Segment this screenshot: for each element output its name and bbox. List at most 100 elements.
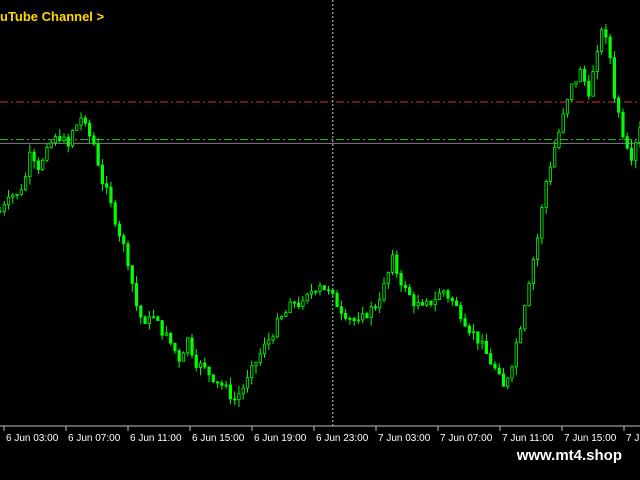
candle-body <box>540 207 544 239</box>
candle-body <box>275 318 279 338</box>
candle-body <box>177 350 181 362</box>
candle-body <box>173 342 177 352</box>
candle-body <box>250 365 254 378</box>
candle-body <box>160 320 164 336</box>
candle-body <box>6 196 11 206</box>
candle-body <box>0 210 2 213</box>
candle-body <box>343 313 348 319</box>
candle-body <box>565 98 570 115</box>
candle-body <box>292 301 297 304</box>
candle-body <box>459 305 463 320</box>
chart-background <box>0 0 640 480</box>
candle-body <box>369 306 373 319</box>
candle-body <box>245 377 250 389</box>
x-tick-label: 6 Jun 23:00 <box>316 433 369 444</box>
candle-body <box>326 289 331 292</box>
candle-body <box>595 51 599 72</box>
candle-body <box>92 135 96 145</box>
candle-body <box>228 384 232 400</box>
candle-body <box>198 362 203 368</box>
candle-body <box>284 312 288 318</box>
candle-body <box>288 301 292 314</box>
candle-body <box>634 142 638 161</box>
candle-body <box>386 272 390 284</box>
candle-body <box>271 336 275 341</box>
candle-body <box>322 285 326 291</box>
candle-body <box>267 339 271 345</box>
candle-body <box>591 71 595 97</box>
candle-body <box>113 202 117 225</box>
candle-body <box>536 237 540 260</box>
candle-body <box>548 166 553 182</box>
candle-body <box>151 316 156 319</box>
candle-body <box>279 316 284 320</box>
candle-body <box>335 292 339 308</box>
candle-body <box>523 305 527 330</box>
candle-body <box>416 302 420 307</box>
candle-body <box>557 131 561 149</box>
candle-body <box>373 306 378 309</box>
candle-body <box>578 68 582 83</box>
candle-body <box>553 147 557 168</box>
candle-body <box>339 306 343 314</box>
candle-body <box>11 194 15 198</box>
candle-body <box>169 332 173 344</box>
candle-body <box>600 29 604 52</box>
candle-body <box>109 186 113 204</box>
youtube-channel-link[interactable]: uTube Channel > <box>0 9 104 24</box>
x-tick-label: 7 Jun 03:00 <box>378 433 431 444</box>
candle-body <box>15 193 19 196</box>
candle-body <box>83 117 87 124</box>
candle-body <box>514 342 518 368</box>
candle-body <box>88 122 92 137</box>
candle-body <box>28 151 32 178</box>
candle-body <box>100 164 104 185</box>
candle-body <box>471 331 476 334</box>
candle-body <box>331 289 335 294</box>
candle-body <box>454 300 459 306</box>
candle-body <box>382 282 386 301</box>
candle-body <box>203 362 207 368</box>
candle-body <box>32 151 36 162</box>
candle-body <box>365 313 369 319</box>
candle-body <box>105 183 109 188</box>
candle-body <box>403 284 407 289</box>
candle-body <box>2 204 6 212</box>
candle-body <box>181 352 186 362</box>
candle-body <box>489 353 493 365</box>
site-watermark: www.mt4.shop <box>506 443 632 468</box>
candle-body <box>531 258 535 284</box>
candle-body <box>309 290 314 295</box>
candle-body <box>96 143 100 166</box>
candle-body <box>126 243 130 267</box>
candle-body <box>66 136 70 147</box>
x-tick-label: 7 Jun 07:00 <box>440 433 493 444</box>
candle-body <box>587 80 591 97</box>
candle-body <box>437 292 442 301</box>
candle-body <box>147 316 151 324</box>
candle-body <box>233 398 237 401</box>
candle-body <box>62 136 66 142</box>
candle-body <box>395 254 399 274</box>
candle-body <box>608 36 612 59</box>
candle-body <box>318 285 322 292</box>
x-tick-label: 6 Jun 07:00 <box>68 433 121 444</box>
candle-body <box>390 254 395 273</box>
candle-body <box>582 68 587 82</box>
x-tick-label: 6 Jun 19:00 <box>254 433 307 444</box>
candle-body <box>258 353 262 364</box>
candle-body <box>501 373 506 387</box>
x-tick-label: 6 Jun 15:00 <box>192 433 245 444</box>
candle-body <box>497 367 501 375</box>
candle-body <box>429 300 433 305</box>
candle-body <box>617 97 621 113</box>
price-chart[interactable]: 6 Jun 03:00 6 Jun 07:00 6 Jun 11:00 6 Jun 1… <box>0 0 640 480</box>
candle-body <box>361 313 365 321</box>
candle-body <box>506 377 510 387</box>
candle-body <box>117 223 122 237</box>
candle-body <box>463 318 467 327</box>
candle-body <box>207 366 211 376</box>
candle-body <box>19 189 23 195</box>
candle-body <box>574 81 578 85</box>
candle-body <box>58 136 62 142</box>
